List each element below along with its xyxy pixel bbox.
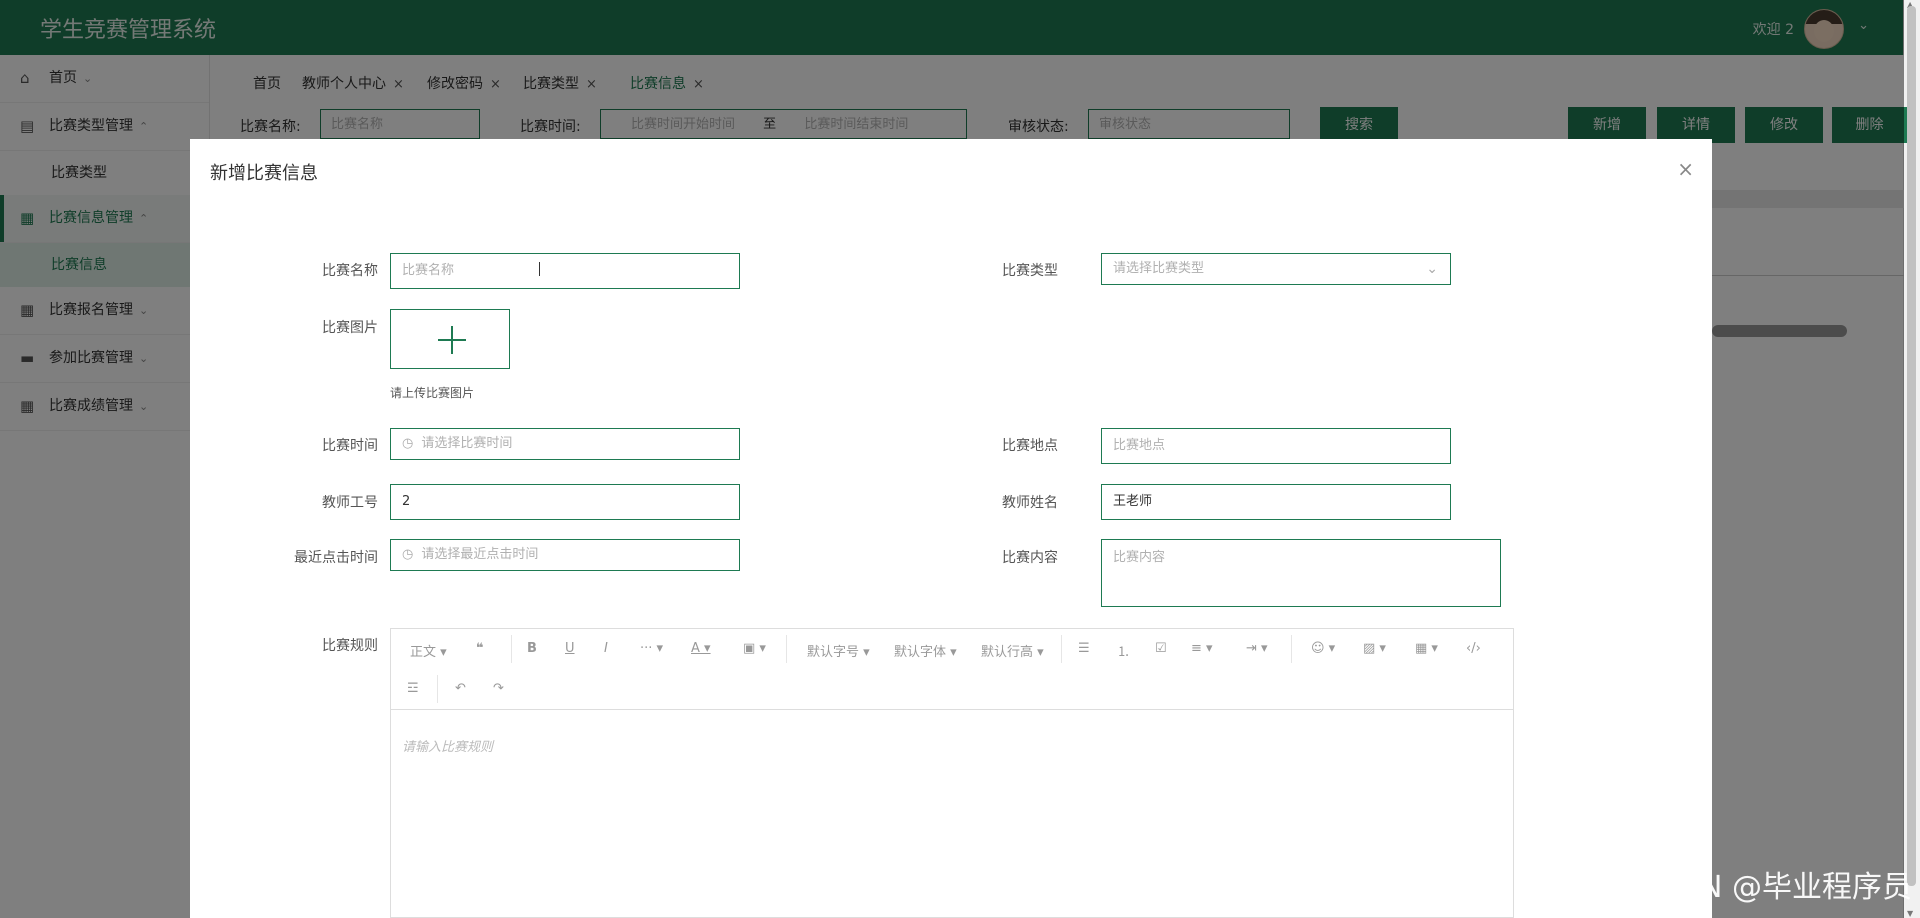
teacher-id-label: 教师工号 [322, 495, 378, 511]
italic-icon[interactable]: I [604, 641, 608, 656]
chevron-down-icon: ⌄ [1426, 261, 1438, 277]
rules-editor: 正文 ▾ ❝ B U I ··· ▾ A ▾ ▣ ▾ 默认字号 ▾ 默认字体 ▾… [390, 628, 1514, 918]
background-color-icon[interactable]: ▣ ▾ [743, 641, 766, 656]
editor-toolbar-row-2: ☲ ↶ ↷ [391, 669, 1513, 709]
type-label: 比赛类型 [1002, 263, 1058, 279]
competition-name-input[interactable]: 比赛名称 [390, 253, 740, 289]
divider-icon[interactable]: ☲ [407, 681, 419, 696]
content-textarea[interactable]: 比赛内容 [1101, 539, 1501, 607]
last-click-time-picker[interactable]: ◷ 请选择最近点击时间 [390, 539, 740, 571]
editor-placeholder: 请输入比赛规则 [402, 740, 494, 755]
paragraph-dropdown[interactable]: 正文 ▾ [410, 641, 447, 660]
picker-placeholder: 请选择最近点击时间 [421, 547, 539, 562]
editor-toolbar-row-1: 正文 ▾ ❝ B U I ··· ▾ A ▾ ▣ ▾ 默认字号 ▾ 默认字体 ▾… [391, 629, 1513, 669]
content-label: 比赛内容 [1002, 550, 1058, 566]
align-icon[interactable]: ≡ ▾ [1191, 641, 1213, 656]
rules-label: 比赛规则 [322, 638, 378, 654]
select-placeholder: 请选择比赛类型 [1113, 261, 1205, 276]
font-family-dropdown[interactable]: 默认字体 ▾ [894, 641, 957, 660]
table-icon[interactable]: ▦ ▾ [1415, 641, 1438, 656]
clock-icon: ◷ [402, 547, 414, 562]
teacher-name-input[interactable]: 王老师 [1101, 484, 1451, 520]
editor-content-area[interactable]: 请输入比赛规则 [391, 709, 1513, 917]
more-icon[interactable]: ··· ▾ [640, 641, 663, 656]
bullet-list-icon[interactable]: ☰ [1078, 641, 1090, 656]
font-color-icon[interactable]: A ▾ [691, 641, 711, 656]
indent-icon[interactable]: ⇥ ▾ [1246, 641, 1268, 656]
redo-icon[interactable]: ↷ [493, 681, 504, 696]
toolbar-label: 正文 [410, 645, 437, 660]
add-competition-dialog: 新增比赛信息 × 比赛名称 比赛名称 比赛类型 请选择比赛类型 ⌄ 比赛图片 请… [190, 139, 1712, 918]
todo-icon[interactable]: ☑ [1155, 641, 1167, 656]
undo-icon[interactable]: ↶ [455, 681, 466, 696]
time-label: 比赛时间 [322, 438, 378, 454]
underline-icon[interactable]: U [565, 641, 575, 656]
numbered-list-icon[interactable]: ⒈ [1117, 641, 1130, 660]
clock-icon: ◷ [402, 436, 414, 451]
picker-placeholder: 请选择比赛时间 [421, 436, 513, 451]
image-label: 比赛图片 [322, 320, 378, 336]
watermark: CSDN @毕业程序员 [1636, 870, 1912, 905]
last-click-label: 最近点击时间 [294, 550, 378, 566]
location-label: 比赛地点 [1002, 438, 1058, 454]
emoji-icon[interactable]: ☺ ▾ [1311, 641, 1335, 656]
toolbar-label: 默认字体 [894, 645, 947, 660]
toolbar-label: 默认行高 [981, 645, 1034, 660]
quote-icon[interactable]: ❝ [476, 641, 484, 656]
text-cursor-icon [539, 262, 540, 276]
toolbar-label: 默认字号 [807, 645, 860, 660]
teacher-id-input[interactable]: 2 [390, 484, 740, 520]
image-uploader[interactable] [390, 309, 510, 369]
line-height-dropdown[interactable]: 默认行高 ▾ [981, 641, 1044, 660]
competition-type-select[interactable]: 请选择比赛类型 ⌄ [1101, 253, 1451, 285]
image-icon[interactable]: ▨ ▾ [1363, 641, 1386, 656]
scroll-down-icon[interactable]: ▼ [1907, 909, 1913, 918]
upload-tip: 请上传比赛图片 [390, 386, 475, 400]
dialog-title: 新增比赛信息 [210, 163, 318, 184]
font-size-dropdown[interactable]: 默认字号 ▾ [807, 641, 870, 660]
location-input[interactable]: 比赛地点 [1101, 428, 1451, 464]
competition-time-picker[interactable]: ◷ 请选择比赛时间 [390, 428, 740, 460]
bold-icon[interactable]: B [527, 641, 537, 656]
code-icon[interactable]: ‹/› [1466, 641, 1481, 656]
name-label: 比赛名称 [322, 263, 378, 279]
scroll-thumb[interactable] [1907, 6, 1916, 886]
close-icon[interactable]: × [1677, 157, 1694, 181]
teacher-name-label: 教师姓名 [1002, 495, 1058, 511]
